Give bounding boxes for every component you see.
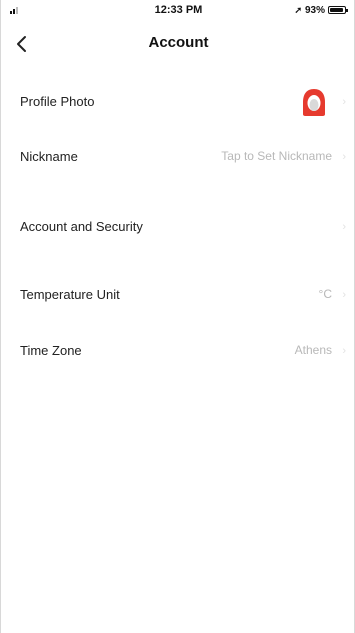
- nickname-value: Tap to Set Nickname: [221, 149, 332, 163]
- row-label: Profile Photo: [20, 94, 95, 109]
- battery-icon: [328, 6, 348, 14]
- row-temperature-unit[interactable]: Temperature Unit °C ›: [1, 271, 355, 319]
- chevron-right-icon: ›: [342, 96, 346, 108]
- status-bar: 12:33 PM ➚ 93%: [1, 0, 355, 20]
- row-time-zone[interactable]: Time Zone Athens ›: [1, 327, 355, 375]
- row-profile-photo[interactable]: Profile Photo ›: [1, 78, 355, 126]
- chevron-right-icon: ›: [342, 221, 346, 233]
- chevron-right-icon: ›: [342, 345, 346, 357]
- avatar-icon[interactable]: [300, 87, 328, 117]
- row-nickname[interactable]: Nickname Tap to Set Nickname ›: [1, 133, 355, 181]
- nav-bar: Account: [1, 24, 355, 64]
- row-label: Time Zone: [20, 343, 82, 358]
- account-screen: 12:33 PM ➚ 93% Account Profile Photo › N…: [0, 0, 355, 633]
- row-label: Temperature Unit: [20, 287, 120, 302]
- chevron-right-icon: ›: [342, 151, 346, 163]
- time-zone-value: Athens: [294, 343, 332, 357]
- row-label: Account and Security: [20, 219, 143, 234]
- page-title: Account: [148, 34, 209, 51]
- temperature-unit-value: °C: [318, 287, 332, 301]
- location-arrow-icon: ➚: [294, 4, 302, 15]
- row-account-security[interactable]: Account and Security ›: [1, 203, 355, 251]
- battery-percent: 93%: [304, 4, 325, 16]
- chevron-right-icon: ›: [342, 289, 346, 301]
- status-right: ➚ 93%: [294, 3, 348, 17]
- row-label: Nickname: [20, 149, 78, 164]
